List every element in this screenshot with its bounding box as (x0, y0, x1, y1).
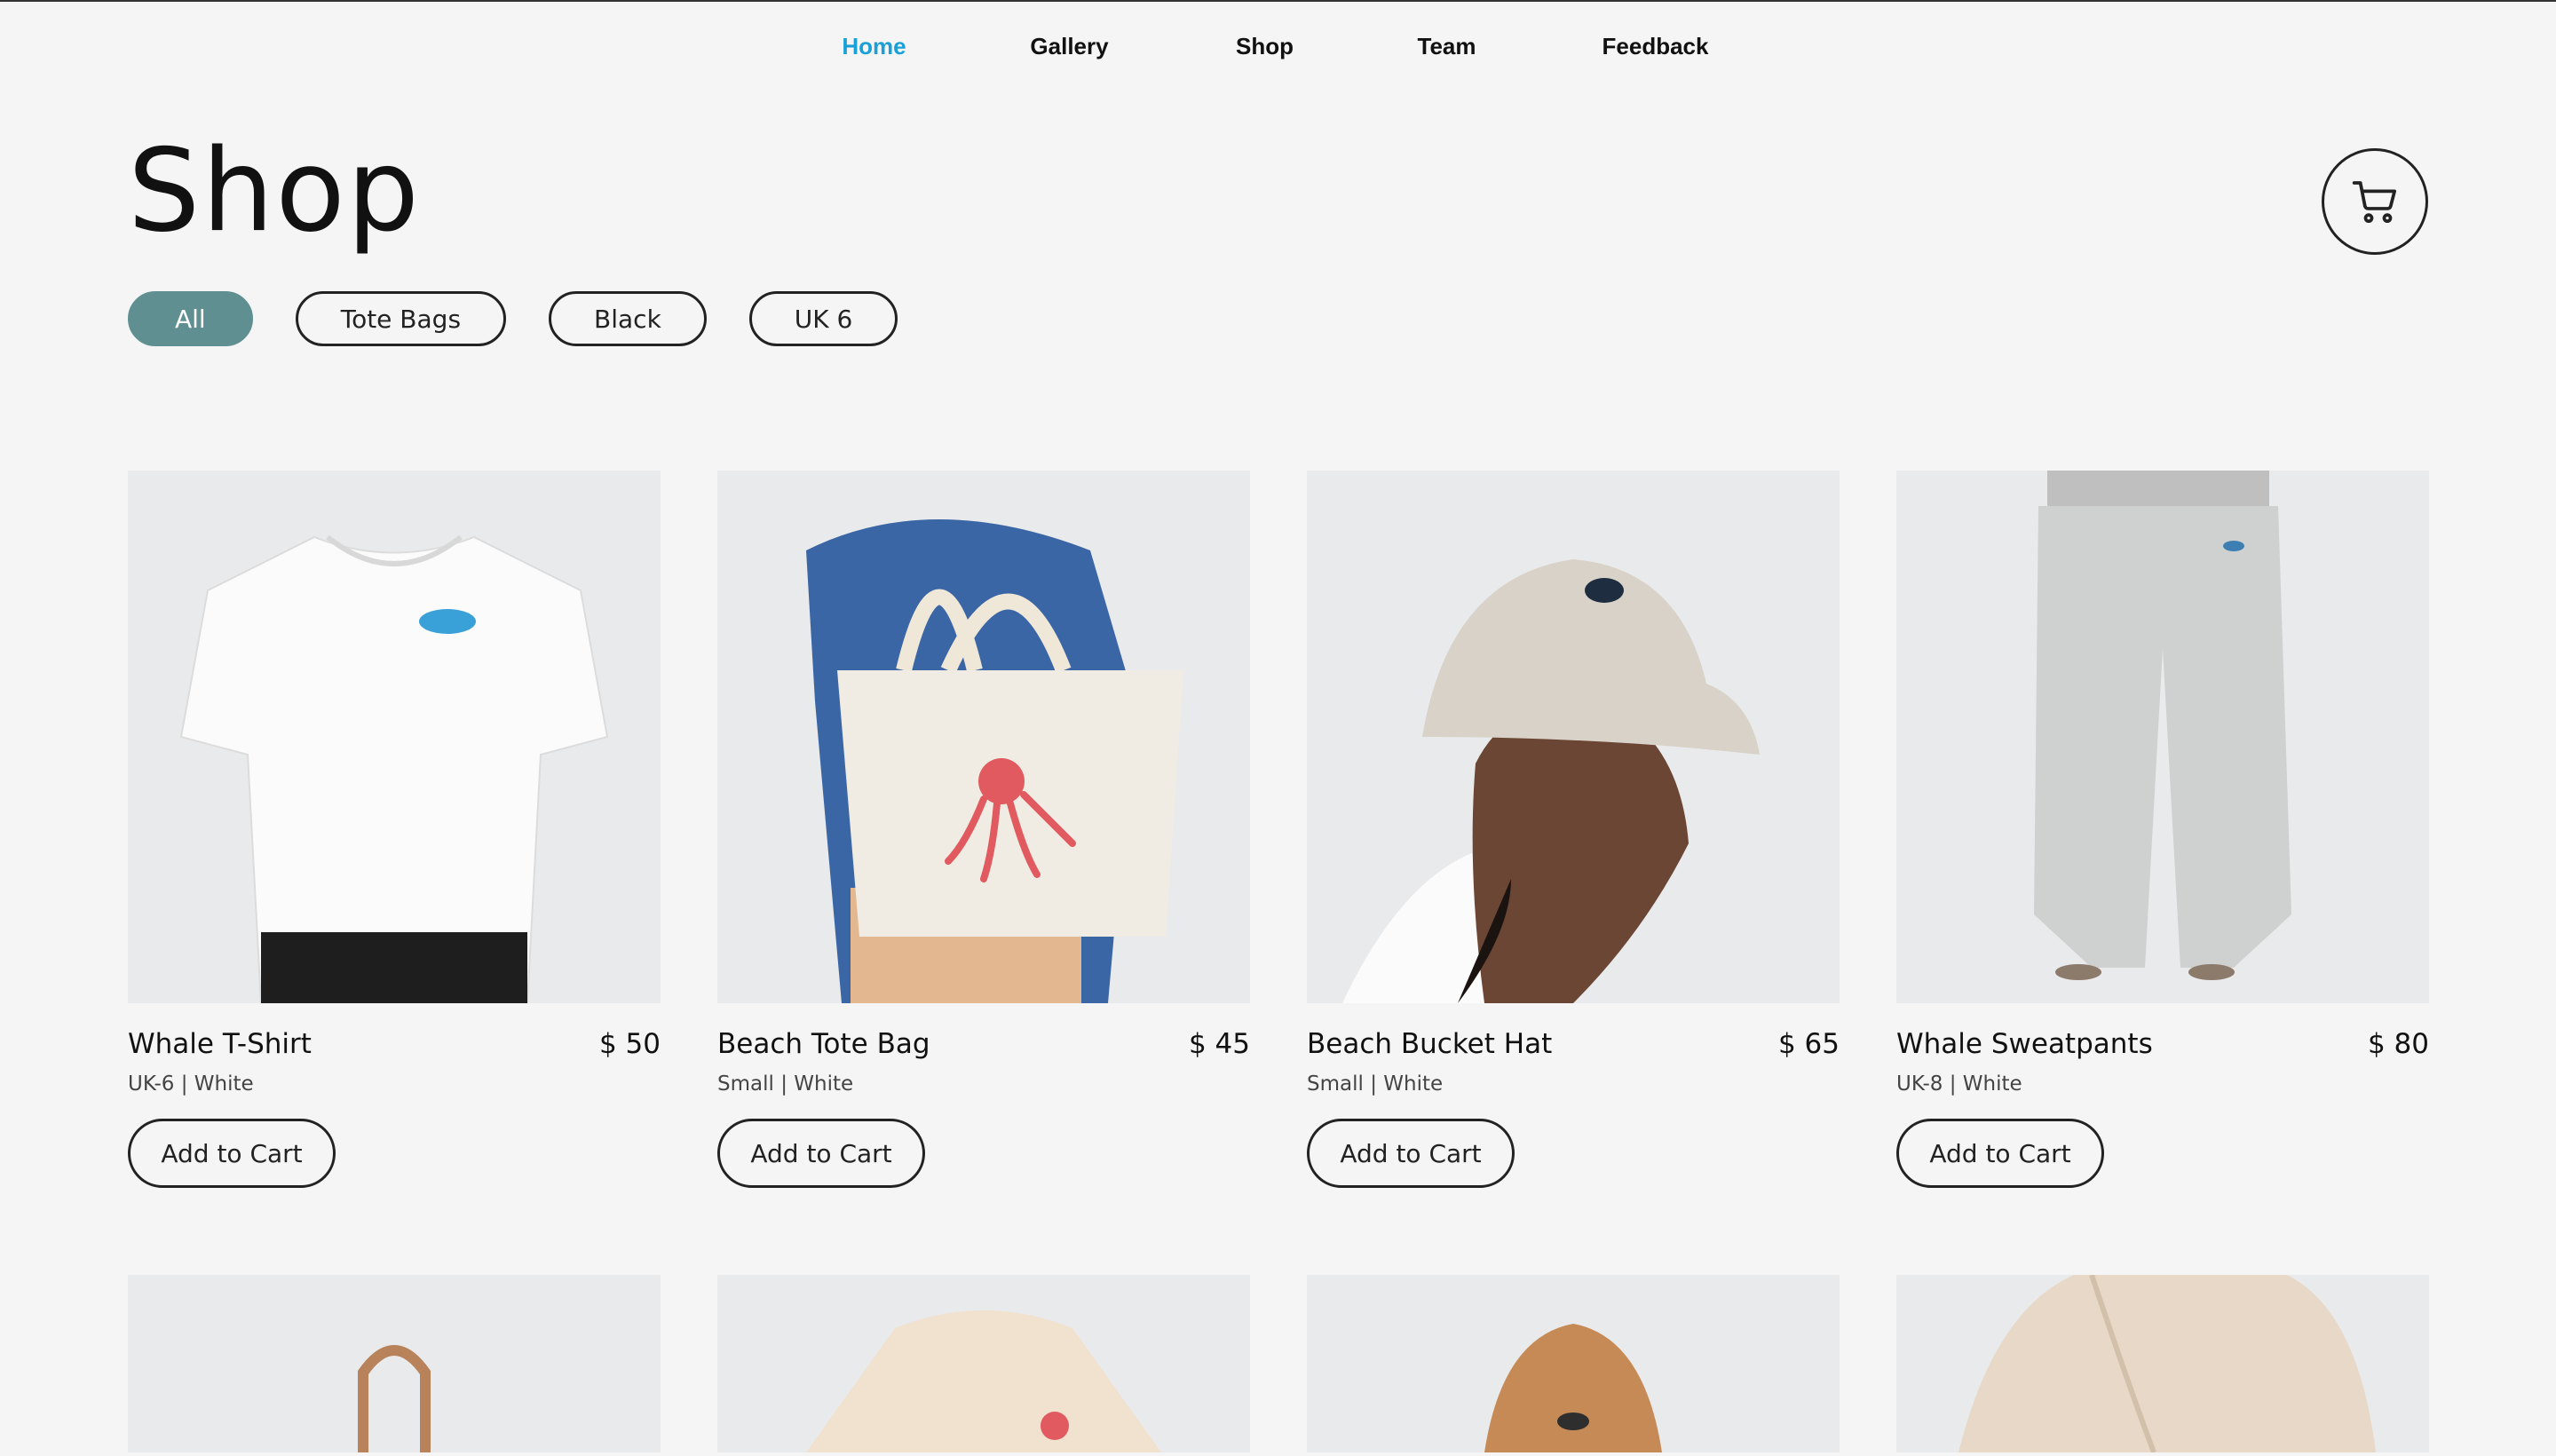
add-to-cart-button[interactable]: Add to Cart (1896, 1119, 2104, 1188)
nav-shop[interactable]: Shop (1167, 33, 1363, 60)
product-image-t-shirt[interactable] (128, 471, 661, 1003)
page-title: Shop (128, 125, 421, 257)
product-image-crab-tee-partial[interactable] (717, 1275, 1250, 1452)
product-variant: UK-8 | White (1896, 1072, 2022, 1096)
product-image-beige-shirt-partial[interactable] (1896, 1275, 2429, 1452)
product-card: Whale Sweatpants $ 80 UK-8 | White Add t… (1896, 471, 2429, 1188)
add-to-cart-button[interactable]: Add to Cart (717, 1119, 925, 1188)
nav-feedback[interactable]: Feedback (1531, 33, 1780, 60)
cart-button[interactable] (2322, 148, 2428, 255)
product-image-sweatpants[interactable] (1896, 471, 2429, 1003)
filter-uk-6[interactable]: UK 6 (748, 291, 898, 346)
product-price: $ 80 (2367, 1028, 2429, 1060)
filter-black[interactable]: Black (549, 291, 707, 346)
filter-bar: All Tote Bags Black UK 6 (128, 291, 898, 346)
nav-team[interactable]: Team (1363, 33, 1531, 60)
product-name: Beach Tote Bag (717, 1028, 930, 1060)
product-name: Whale Sweatpants (1896, 1028, 2153, 1060)
product-card (1896, 1275, 2429, 1452)
product-name: Whale T-Shirt (128, 1028, 312, 1060)
product-card (1307, 1275, 1840, 1452)
nav-home[interactable]: Home (777, 33, 972, 60)
product-card (717, 1275, 1250, 1452)
product-card: Beach Tote Bag $ 45 Small | White Add to… (717, 471, 1250, 1188)
filter-tote-bags[interactable]: Tote Bags (295, 291, 507, 346)
product-card: Beach Bucket Hat $ 65 Small | White Add … (1307, 471, 1840, 1188)
filter-all[interactable]: All (128, 291, 253, 346)
product-image-bucket-hat[interactable] (1307, 471, 1840, 1003)
product-price: $ 45 (1188, 1028, 1250, 1060)
product-image-straw-hat-partial[interactable] (1307, 1275, 1840, 1452)
top-nav: Home Gallery Shop Team Feedback (0, 2, 2556, 91)
add-to-cart-button[interactable]: Add to Cart (1307, 1119, 1515, 1188)
product-image-tote-partial[interactable] (128, 1275, 661, 1452)
product-variant: UK-6 | White (128, 1072, 254, 1096)
product-price: $ 65 (1777, 1028, 1840, 1060)
product-card: Whale T-Shirt $ 50 UK-6 | White Add to C… (128, 471, 661, 1188)
product-card (128, 1275, 661, 1452)
nav-gallery[interactable]: Gallery (972, 33, 1167, 60)
product-variant: Small | White (1307, 1072, 1444, 1096)
shopping-cart-icon (2352, 181, 2397, 224)
product-name: Beach Bucket Hat (1307, 1028, 1553, 1060)
product-image-tote-bag[interactable] (717, 471, 1250, 1003)
product-price: $ 50 (598, 1028, 661, 1060)
product-variant: Small | White (717, 1072, 854, 1096)
add-to-cart-button[interactable]: Add to Cart (128, 1119, 336, 1188)
